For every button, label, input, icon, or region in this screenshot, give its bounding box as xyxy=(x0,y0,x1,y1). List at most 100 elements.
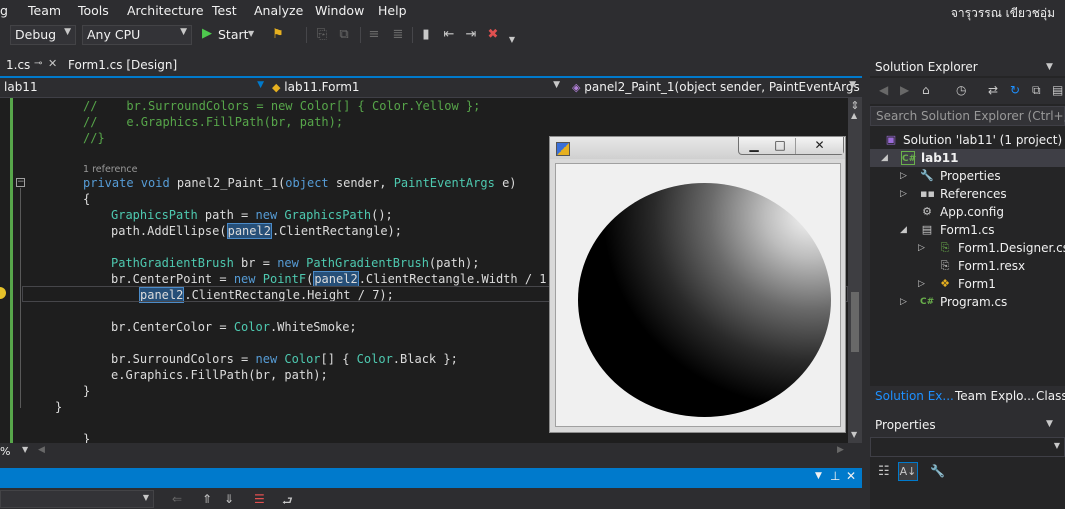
tree-item-references[interactable]: References xyxy=(940,185,1007,203)
prev-message-icon[interactable]: ⇑ xyxy=(202,492,212,506)
back-icon[interactable]: ◀ xyxy=(879,83,888,97)
close-icon[interactable]: ✕ xyxy=(846,469,856,483)
next-bookmark-icon[interactable]: ⇥ xyxy=(463,27,479,43)
tab-form1-cs[interactable]: 1.cs ⊸ ✕ xyxy=(0,56,62,76)
sync-icon[interactable]: ⇄ xyxy=(988,83,998,97)
tree-item-solution[interactable]: Solution 'lab11' (1 project) xyxy=(903,131,1062,149)
maximize-icon[interactable]: □ xyxy=(766,138,794,154)
code-line: br.SurroundColors = new Color[] { Color.… xyxy=(111,352,458,366)
tree-item-form1-cs[interactable]: Form1.cs xyxy=(940,221,995,239)
word-wrap-icon[interactable]: ⮐ xyxy=(282,492,293,509)
zoom-level[interactable]: % xyxy=(0,445,10,458)
step-icon[interactable]: ⎘ xyxy=(314,27,330,43)
method-icon: ◈ xyxy=(572,81,581,94)
menu-help[interactable]: Help xyxy=(378,3,407,18)
menu-test[interactable]: Test xyxy=(212,3,237,18)
pin-icon[interactable]: ⊸ xyxy=(34,58,42,69)
member-dropdown[interactable]: ◈ panel2_Paint_1(object sender, PaintEve… xyxy=(568,78,862,97)
output-panel-header: ▼ ⊥ ✕ xyxy=(0,468,862,488)
close-icon[interactable]: ✕ xyxy=(795,138,843,154)
expanded-arrow-icon[interactable]: ◢ xyxy=(881,149,888,167)
scrollbar-thumb[interactable] xyxy=(851,292,859,352)
scroll-up-icon[interactable]: ▲ xyxy=(851,111,857,120)
tree-item-project[interactable]: lab11 xyxy=(921,149,959,167)
tab-form1-design[interactable]: Form1.cs [Design] xyxy=(62,56,177,76)
collapsed-arrow-icon[interactable]: ▷ xyxy=(918,239,925,257)
project-dropdown[interactable]: lab11 ▼ xyxy=(0,78,266,97)
tree-item-form1-designer[interactable]: Form1.Designer.cs xyxy=(958,239,1065,257)
menu-tools[interactable]: Tools xyxy=(78,3,109,18)
prev-bookmark-icon[interactable]: ⇤ xyxy=(441,27,457,43)
selected-row-highlight xyxy=(870,149,1065,167)
tab-class-view[interactable]: Class xyxy=(1036,389,1065,403)
chevron-down-icon[interactable]: ▼ xyxy=(1046,62,1053,72)
menu-analyze[interactable]: Analyze xyxy=(254,3,303,18)
refresh-icon[interactable]: ↻ xyxy=(1010,83,1020,97)
clear-all-icon[interactable]: ☰ xyxy=(254,492,265,506)
history-icon[interactable]: ◷ xyxy=(956,83,966,97)
user-name[interactable]: จารุวรรณ เขียวชอุ่ม xyxy=(951,4,1055,23)
copy-icon[interactable]: ⧉ xyxy=(336,27,352,43)
collapse-icon[interactable]: − xyxy=(16,178,25,187)
categorized-icon[interactable]: ☷ xyxy=(878,464,890,479)
start-button[interactable]: ▶ Start ▼ xyxy=(200,25,260,45)
scroll-down-icon[interactable]: ▼ xyxy=(851,430,857,439)
editor-vertical-scrollbar[interactable] xyxy=(848,98,862,443)
collapsed-arrow-icon[interactable]: ▷ xyxy=(918,275,925,293)
editor-horizontal-bar xyxy=(0,443,862,460)
class-dropdown[interactable]: ◆ lab11.Form1 ▼ xyxy=(268,78,566,97)
collapsed-arrow-icon[interactable]: ▷ xyxy=(900,185,907,203)
alphabetical-icon[interactable]: A↓ xyxy=(898,462,918,481)
tree-item-form1-resx[interactable]: Form1.resx xyxy=(958,257,1025,275)
tab-team-explorer[interactable]: Team Explo... xyxy=(955,389,1035,403)
code-line: path.AddEllipse(panel2.ClientRectangle); xyxy=(111,223,402,239)
scroll-right-icon[interactable]: ▶ xyxy=(837,445,844,455)
find-icon[interactable]: ⚑ xyxy=(270,27,286,43)
code-line: } xyxy=(83,432,91,443)
menu-debug[interactable]: g xyxy=(0,3,8,18)
close-icon[interactable]: ✕ xyxy=(48,57,57,70)
output-source-dropdown[interactable]: ▼ xyxy=(0,490,154,508)
forward-icon[interactable]: ▶ xyxy=(900,83,909,97)
code-line: br.CenterPoint = new PointF(panel2.Clien… xyxy=(111,271,554,287)
chevron-down-icon: ▼ xyxy=(64,27,71,37)
collapse-all-icon[interactable]: ⧉ xyxy=(1032,83,1041,98)
find-message-icon[interactable]: ⇐ xyxy=(172,492,182,506)
tree-item-app-config[interactable]: App.config xyxy=(940,203,1004,221)
collapsed-arrow-icon[interactable]: ▷ xyxy=(900,167,907,185)
code-line: } xyxy=(83,384,91,398)
property-pages-icon[interactable]: 🔧 xyxy=(930,464,945,478)
app-icon xyxy=(556,142,570,156)
config-dropdown[interactable]: Debug ▼ xyxy=(10,25,76,45)
tree-item-form1-class[interactable]: Form1 xyxy=(958,275,996,293)
chevron-down-icon[interactable]: ▼ xyxy=(815,471,822,481)
comment-icon[interactable]: ≡ xyxy=(366,27,382,43)
next-message-icon[interactable]: ⇓ xyxy=(224,492,234,506)
clear-bookmarks-icon[interactable]: ✖ xyxy=(485,27,501,43)
minimize-icon[interactable]: ▁ xyxy=(740,138,768,154)
chevron-down-icon[interactable]: ▼ xyxy=(22,445,28,454)
code-line: } xyxy=(55,400,63,414)
chevron-down-icon[interactable]: ▼ xyxy=(1046,419,1053,429)
bookmark-icon[interactable]: ▮ xyxy=(418,27,434,43)
menu-team[interactable]: Team xyxy=(28,3,61,18)
tree-item-program-cs[interactable]: Program.cs xyxy=(940,293,1007,311)
scroll-left-icon[interactable]: ◀ xyxy=(38,445,45,455)
platform-value: Any CPU xyxy=(87,27,141,42)
play-icon: ▶ xyxy=(202,26,212,41)
home-icon[interactable]: ⌂ xyxy=(922,83,930,97)
properties-object-dropdown[interactable]: ▼ xyxy=(870,437,1065,457)
uncomment-icon[interactable]: ≣ xyxy=(390,27,406,43)
collapsed-arrow-icon[interactable]: ▷ xyxy=(900,293,907,311)
tree-item-properties[interactable]: Properties xyxy=(940,167,1001,185)
platform-dropdown[interactable]: Any CPU ▼ xyxy=(82,25,192,45)
expanded-arrow-icon[interactable]: ◢ xyxy=(900,221,907,239)
show-all-files-icon[interactable]: ▤ xyxy=(1052,83,1063,97)
tab-solution-explorer[interactable]: Solution Ex... xyxy=(875,389,954,403)
menu-window[interactable]: Window xyxy=(315,3,364,18)
chevron-down-icon[interactable]: ▼ xyxy=(504,32,520,48)
code-line: { xyxy=(83,192,91,206)
panel-splitter[interactable] xyxy=(862,56,870,509)
menu-architecture[interactable]: Architecture xyxy=(127,3,204,18)
pin-icon[interactable]: ⊥ xyxy=(830,469,840,483)
